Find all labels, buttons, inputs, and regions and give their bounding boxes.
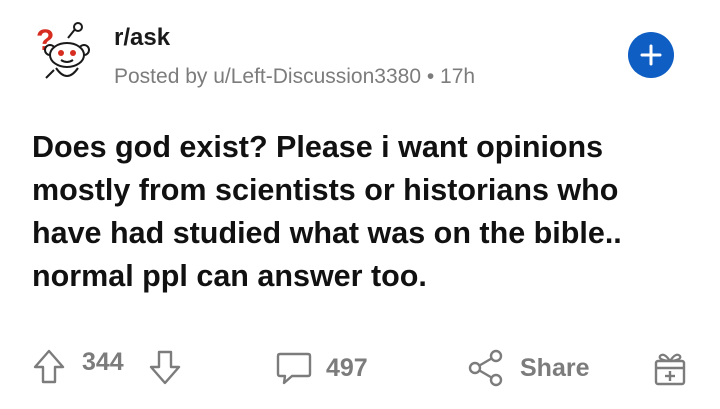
award-button[interactable] bbox=[650, 348, 690, 388]
upvote-button[interactable] bbox=[32, 348, 66, 386]
post-meta: Posted by u/Left-Discussion3380 • 17h bbox=[114, 65, 476, 88]
plus-icon bbox=[640, 44, 662, 66]
share-icon bbox=[468, 349, 503, 387]
comment-bubble-icon bbox=[276, 352, 312, 385]
subreddit-name[interactable]: r/ask bbox=[114, 24, 170, 52]
subreddit-avatar-icon[interactable]: ? bbox=[30, 20, 98, 88]
post-actions-bar: 344 497 Share bbox=[0, 340, 720, 396]
comments-button[interactable]: 497 bbox=[274, 348, 368, 388]
comment-count: 497 bbox=[326, 353, 368, 382]
downvote-button[interactable] bbox=[148, 348, 182, 386]
join-button[interactable] bbox=[628, 32, 674, 78]
arrow-up-icon bbox=[33, 349, 65, 384]
post-title[interactable]: Does god exist? Please i want opinions m… bbox=[32, 126, 692, 298]
vote-count: 344 bbox=[82, 348, 124, 376]
share-button[interactable]: Share bbox=[466, 348, 589, 388]
gift-icon bbox=[654, 353, 686, 386]
post-header: ? r/ask Posted by u/Left-Discussion3380 … bbox=[30, 20, 690, 100]
share-label: Share bbox=[520, 353, 590, 382]
arrow-down-icon bbox=[149, 350, 181, 385]
